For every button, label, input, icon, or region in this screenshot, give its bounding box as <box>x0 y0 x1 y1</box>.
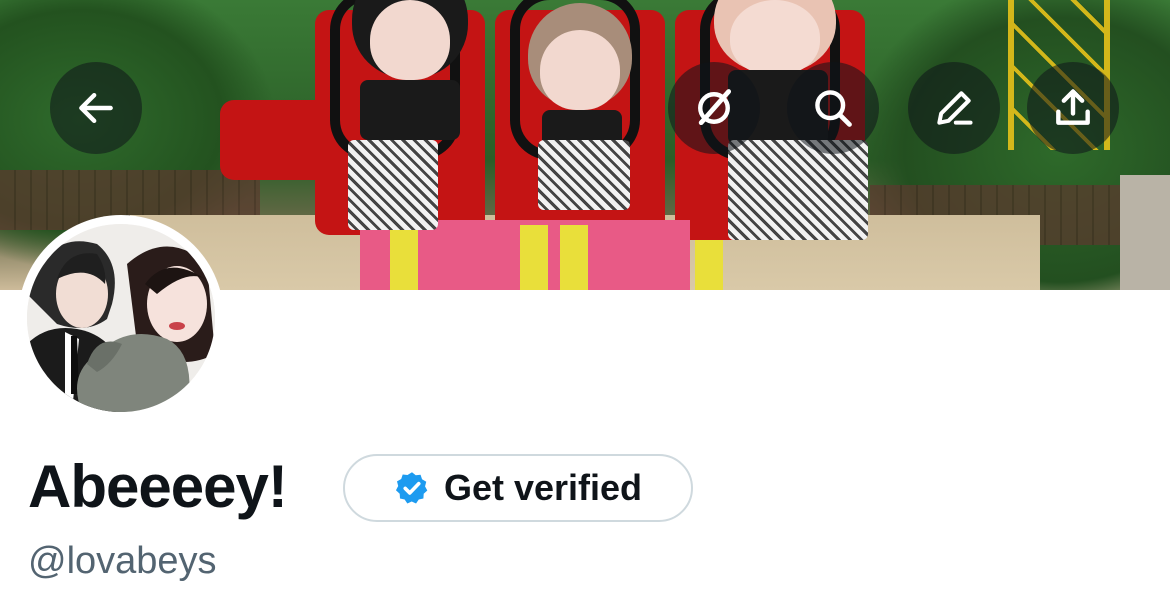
banner-decor-pillar <box>1120 175 1170 290</box>
display-name: Abeeeey! <box>28 453 288 520</box>
share-icon <box>1056 89 1090 125</box>
verified-badge-icon <box>395 472 428 504</box>
banner-ride-leg <box>695 240 723 290</box>
back-button[interactable] <box>50 62 142 154</box>
search-icon <box>815 90 852 127</box>
banner-ride-leg <box>520 225 548 290</box>
avatar-photo <box>27 224 215 412</box>
hide-button[interactable] <box>668 62 760 154</box>
get-verified-button[interactable]: Get verified <box>343 454 693 522</box>
banner-ride-leg <box>390 225 418 290</box>
banner-ride-leg <box>560 225 588 290</box>
banner-seat <box>220 100 330 180</box>
share-button[interactable] <box>1027 62 1119 154</box>
eye-slash-icon <box>698 89 732 126</box>
user-handle: @lovabeys <box>28 540 217 582</box>
edit-button[interactable] <box>908 62 1000 154</box>
search-button[interactable] <box>787 62 879 154</box>
pencil-icon <box>937 91 973 125</box>
arrow-left-icon <box>79 92 113 124</box>
avatar-photo-art <box>27 224 215 412</box>
avatar[interactable] <box>18 215 224 421</box>
get-verified-label: Get verified <box>443 467 643 508</box>
